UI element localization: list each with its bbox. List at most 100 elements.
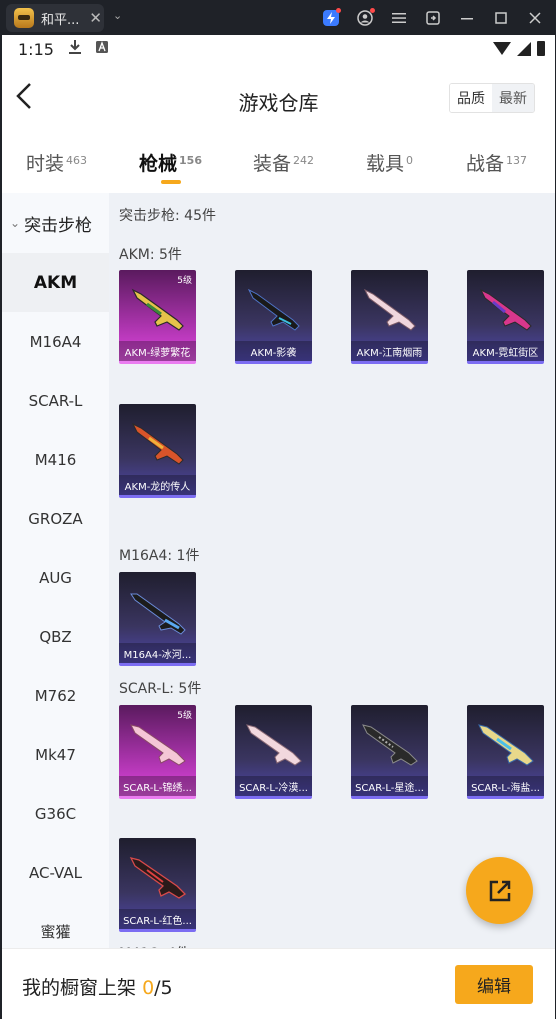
tab-count: 242 <box>293 154 315 167</box>
download-icon <box>68 39 82 59</box>
weapon-name: M16A4-冰河... <box>119 643 196 663</box>
tab-label: 装备 <box>253 153 292 175</box>
weapon-list: 突击步枪: 45件 AKM: 5件 5级 AKM-绿萝繁花 AKM-影袭 AKM… <box>109 193 555 953</box>
app-window: 和平... ✕ ⌄ 1:15 游戏仓库 品质 最新 时装 463 枪械 156 … <box>0 0 556 1019</box>
edit-button[interactable]: 编辑 <box>455 965 533 1004</box>
category-tabs: 时装 463 枪械 156 装备 242 载具 0 战备 137 <box>2 133 555 193</box>
external-link-icon <box>489 880 510 901</box>
weapon-name: SCAR-L-海盐... <box>467 776 544 796</box>
weapon-sidebar: ⌄ 突击步枪 AKM M16A4 SCAR-L M416 GROZA AUG Q… <box>2 193 109 953</box>
akm-skin-icon <box>131 288 184 331</box>
tab-count: 463 <box>66 154 88 167</box>
showcase-current: 0 <box>142 977 155 999</box>
window-controls <box>314 0 552 35</box>
scar-l-skin-icon <box>362 724 418 766</box>
scar-l-skin-icon <box>246 724 302 766</box>
weapon-card[interactable]: SCAR-L-冷漠... <box>235 705 312 799</box>
section-title: 突击步枪: 45件 <box>119 208 216 224</box>
status-bar: 1:15 <box>2 35 555 63</box>
weapon-card[interactable]: AKM-龙的传人 <box>119 404 196 498</box>
sidebar-item-ac-val[interactable]: AC-VAL <box>2 843 109 902</box>
weapon-name: SCAR-L-星途... <box>351 776 428 796</box>
sidebar-header-label: 突击步枪 <box>24 215 93 236</box>
tab-skins[interactable]: 时装 463 <box>26 149 87 176</box>
weapon-card[interactable]: 5级 SCAR-L-锦绣... <box>119 705 196 799</box>
screenshot-icon[interactable] <box>416 0 450 35</box>
weapon-card[interactable]: AKM-霓虹街区 <box>467 270 544 364</box>
weapon-card[interactable]: AKM-江南烟雨 <box>351 270 428 364</box>
weapon-name: SCAR-L-锦绣... <box>119 776 196 796</box>
sidebar-item-m762[interactable]: M762 <box>2 666 109 725</box>
showcase-label: 我的橱窗上架 <box>22 977 137 999</box>
boost-icon[interactable] <box>314 0 348 35</box>
sort-newest-button[interactable]: 最新 <box>492 84 534 112</box>
tab-vehicles[interactable]: 载具 0 <box>366 149 413 176</box>
sidebar-item-honey-badger[interactable]: 蜜獾 <box>2 902 109 953</box>
user-icon[interactable] <box>348 0 382 35</box>
weapon-name: AKM-绿萝繁花 <box>119 341 196 361</box>
window-tab[interactable]: 和平... ✕ <box>6 4 104 32</box>
weapon-name: SCAR-L-冷漠... <box>235 776 312 796</box>
tab-gear[interactable]: 战备 137 <box>466 149 527 176</box>
sidebar-header[interactable]: ⌄ 突击步枪 <box>2 193 109 253</box>
tab-label: 时装 <box>26 153 65 175</box>
bottom-bar: 我的橱窗上架 0/5 编辑 <box>2 948 555 1019</box>
tab-count: 0 <box>406 154 414 167</box>
weapon-card[interactable]: AKM-影袭 <box>235 270 312 364</box>
tab-label: 载具 <box>366 153 405 175</box>
sidebar-item-qbz[interactable]: QBZ <box>2 607 109 666</box>
sidebar-item-m416[interactable]: M416 <box>2 430 109 489</box>
group-title: M16A4: 1件 <box>119 548 200 564</box>
app-icon <box>14 8 34 28</box>
sidebar-item-aug[interactable]: AUG <box>2 548 109 607</box>
tab-firearms[interactable]: 枪械 156 <box>139 149 202 176</box>
tab-title: 和平... <box>41 12 80 28</box>
phone-screen: 1:15 游戏仓库 品质 最新 时装 463 枪械 156 装备 242 载具 … <box>2 35 555 1019</box>
weapon-card[interactable]: SCAR-L-星途... <box>351 705 428 799</box>
status-time: 1:15 <box>18 39 54 59</box>
sidebar-item-groza[interactable]: GROZA <box>2 489 109 548</box>
m16a4-skin-icon <box>130 593 186 635</box>
weapon-name: AKM-龙的传人 <box>119 475 196 495</box>
weapon-card[interactable]: 5级 AKM-绿萝繁花 <box>119 270 196 364</box>
group-title: SCAR-L: 5件 <box>119 681 202 697</box>
weapon-name: SCAR-L-红色... <box>119 909 196 929</box>
sidebar-item-scar-l[interactable]: SCAR-L <box>2 371 109 430</box>
close-icon[interactable]: ✕ <box>89 9 102 27</box>
scar-l-skin-icon <box>129 857 187 899</box>
app-notification-icon <box>95 41 108 57</box>
weapon-card[interactable]: M16A4-冰河... <box>119 572 196 666</box>
minimize-icon[interactable] <box>450 0 484 35</box>
tab-count: 137 <box>506 154 528 167</box>
akm-skin-icon <box>247 288 300 331</box>
chevron-down-icon[interactable]: ⌄ <box>113 9 122 22</box>
akm-skin-icon <box>479 288 532 331</box>
chevron-down-icon: ⌄ <box>10 216 21 230</box>
akm-skin-icon <box>363 288 416 331</box>
share-button[interactable] <box>466 857 533 924</box>
sidebar-item-akm[interactable]: AKM <box>2 253 109 312</box>
akm-skin-icon <box>131 422 184 465</box>
tab-equipment[interactable]: 装备 242 <box>253 149 314 176</box>
maximize-icon[interactable] <box>484 0 518 35</box>
scar-l-skin-icon <box>478 724 534 766</box>
window-titlebar: 和平... ✕ ⌄ <box>0 0 556 35</box>
tab-label: 枪械 <box>139 153 178 175</box>
battery-icon <box>537 41 545 56</box>
scar-l-skin-icon <box>130 724 186 766</box>
page-header: 游戏仓库 品质 最新 <box>2 63 555 133</box>
wifi-icon <box>493 42 511 55</box>
weapon-name: AKM-江南烟雨 <box>351 341 428 361</box>
sidebar-item-m16a4[interactable]: M16A4 <box>2 312 109 371</box>
menu-icon[interactable] <box>382 0 416 35</box>
weapon-name: AKM-霓虹街区 <box>467 341 544 361</box>
group-title: AKM: 5件 <box>119 247 182 263</box>
showcase-total: /5 <box>154 977 173 999</box>
sort-quality-button[interactable]: 品质 <box>450 84 492 112</box>
sidebar-item-mk47[interactable]: Mk47 <box>2 725 109 784</box>
sidebar-item-g36c[interactable]: G36C <box>2 784 109 843</box>
weapon-card[interactable]: SCAR-L-海盐... <box>467 705 544 799</box>
close-window-icon[interactable] <box>518 0 552 35</box>
weapon-card[interactable]: SCAR-L-红色... <box>119 838 196 932</box>
sort-toggle: 品质 最新 <box>449 83 535 113</box>
